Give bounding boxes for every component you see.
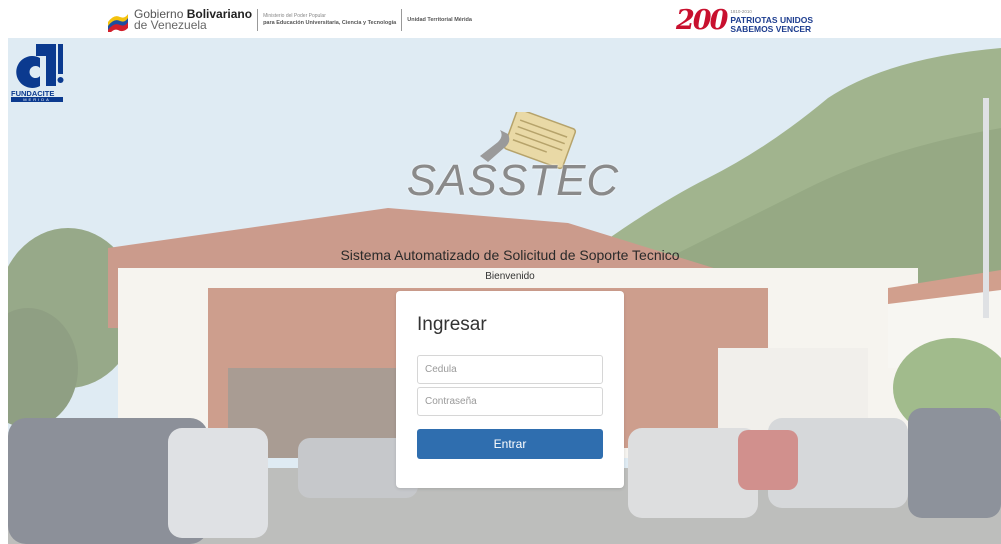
anniversary-number: 200 [676, 4, 728, 36]
welcome-text: Bienvenido [485, 271, 535, 282]
app-logo-text: SASSTEC [406, 156, 620, 205]
ministry-line2: para Educación Universitaria, Ciencia y … [263, 20, 397, 26]
cedula-input[interactable] [417, 355, 603, 384]
government-name: Gobierno Bolivariano de Venezuela [134, 8, 252, 32]
login-title: Ingresar [417, 314, 487, 335]
ministry-name: Ministerio del Poder Popular para Educac… [263, 13, 396, 27]
password-input[interactable] [417, 387, 603, 416]
login-card: Ingresar Entrar [396, 291, 624, 488]
venezuela-flag-icon [108, 14, 128, 32]
banner-divider [257, 9, 259, 31]
system-name: Sistema Automatizado de Solicitud de Sop… [340, 247, 680, 263]
top-banner: Gobierno Bolivariano de Venezuela Minist… [0, 0, 1001, 38]
anniversary-line2: SABEMOS VENCER [730, 23, 812, 34]
banner-divider [401, 9, 403, 31]
gov-line2: de Venezuela [134, 18, 207, 32]
government-logo: Gobierno Bolivariano de Venezuela Minist… [106, 6, 472, 34]
fundacite-sub: MERIDA [11, 97, 63, 102]
territorial-unit: Unidad Territorial Mérida [407, 17, 472, 23]
ministry-line1: Ministerio del Poder Popular [263, 13, 326, 19]
login-button[interactable]: Entrar [417, 429, 603, 459]
anniversary-logo: 200 1810-2010 PATRIOTAS UNIDOS SABEMOS V… [676, 4, 813, 36]
